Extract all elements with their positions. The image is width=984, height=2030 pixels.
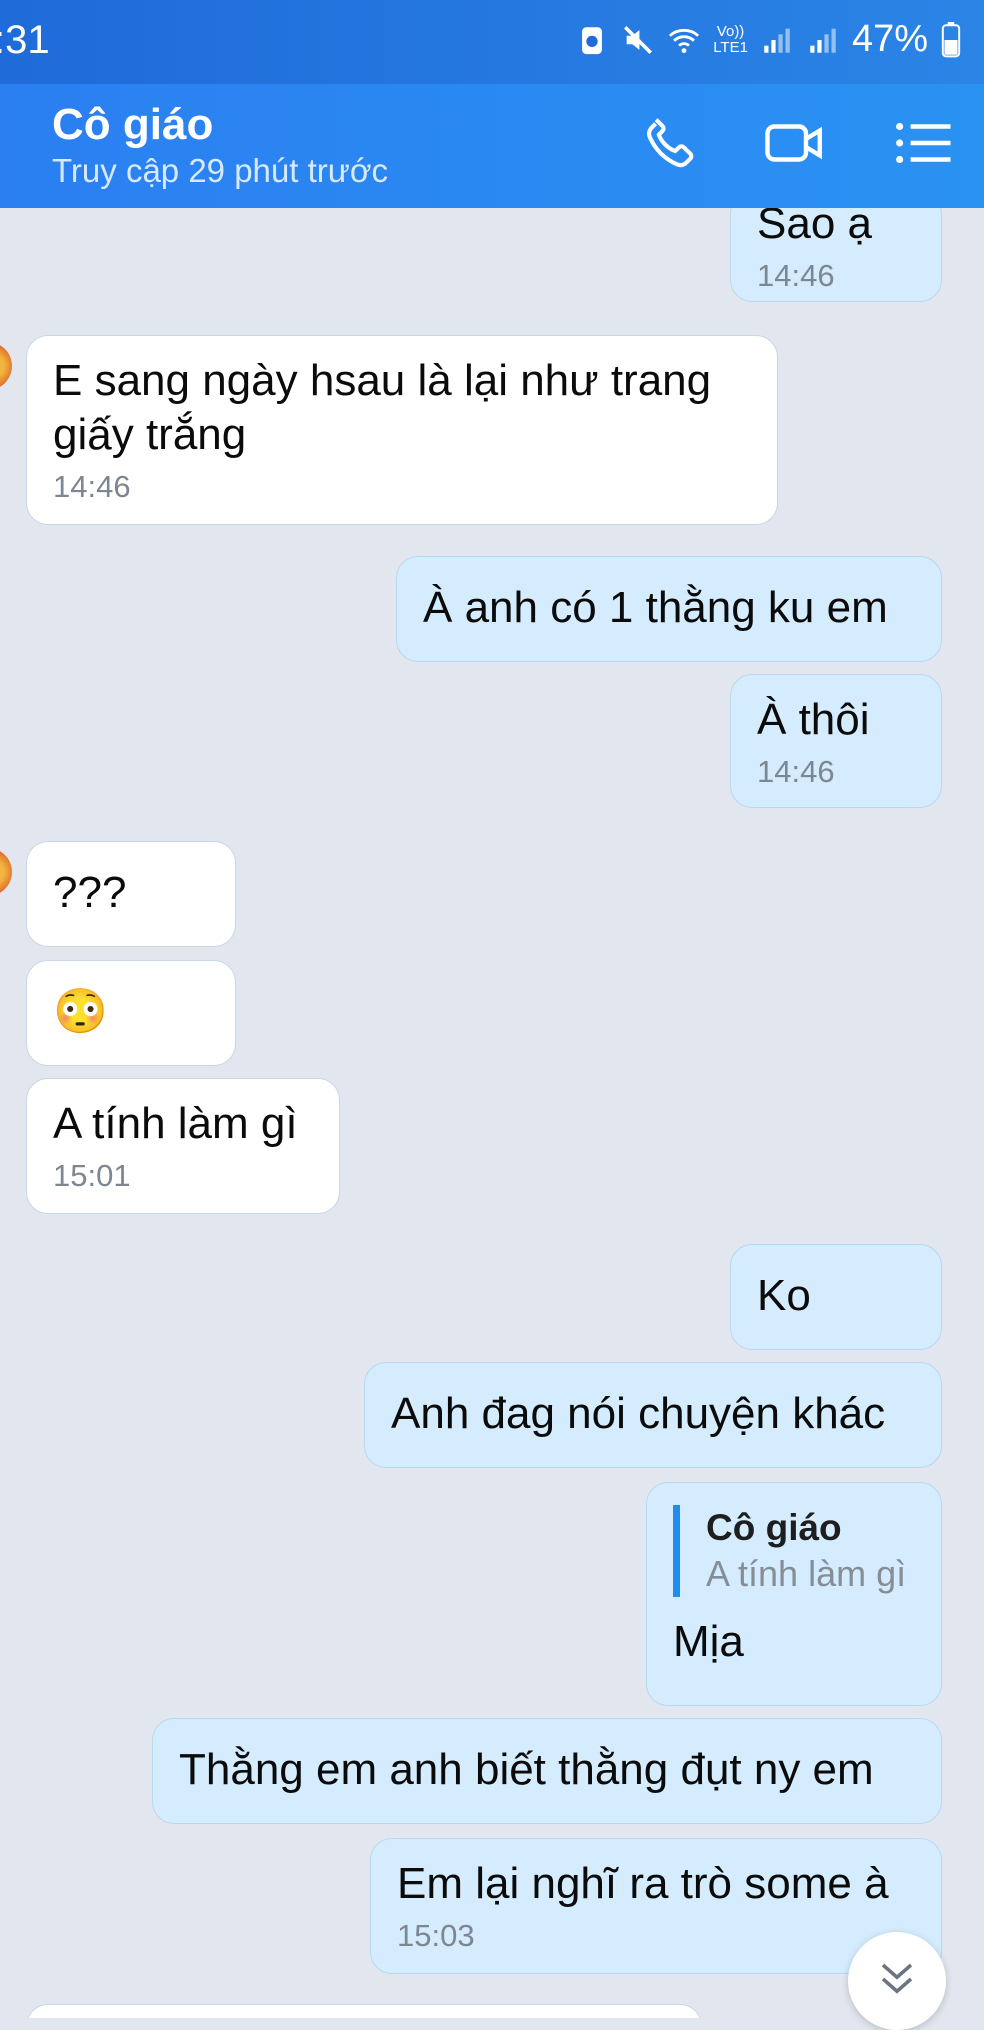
status-time: :31 [0, 18, 50, 62]
wifi-icon [669, 28, 700, 53]
list-menu-icon[interactable] [890, 110, 956, 176]
last-seen: Truy cập 29 phút trước [52, 152, 388, 189]
message-bubble[interactable]: Thằng em anh biết thằng đụt ny em [152, 1718, 942, 1824]
message-text: Anh đag nói chuyện khác [391, 1389, 886, 1438]
message-time: 14:46 [757, 754, 835, 789]
mute-icon [624, 25, 653, 54]
message-time: 14:46 [53, 469, 131, 504]
status-bar: :31 Vo))LTE1 47% [0, 0, 984, 84]
message-time: 15:03 [397, 1918, 475, 1953]
double-chevron-down-icon [881, 1963, 913, 1994]
message-bubble[interactable]: À anh có 1 thằng ku em [396, 556, 942, 662]
message-bubble[interactable]: Ko [730, 1244, 942, 1350]
emoji-message: 😳 [53, 987, 108, 1036]
chat-header: Cô giáo Truy cập 29 phút trước [0, 84, 984, 208]
message-bubble[interactable]: Cô giáo A tính làm gì Mịa [646, 1482, 942, 1706]
video-camera-icon[interactable] [762, 110, 828, 176]
battery-percent: 47% [851, 18, 928, 60]
message-time: 15:01 [53, 1158, 131, 1193]
message-text: À thôi [757, 695, 870, 744]
message-bubble-partial[interactable] [26, 2004, 702, 2018]
message-bubble[interactable]: ??? [26, 841, 236, 947]
avatar[interactable] [0, 342, 12, 390]
message-text: E sang ngày hsau là lại như trang giấy t… [53, 356, 712, 459]
message-text: Em lại nghĩ ra trò some à [397, 1859, 889, 1908]
message-text: Mịa [673, 1617, 744, 1666]
network-type: Vo)) LTE1 [713, 22, 748, 56]
quoted-message[interactable]: Cô giáo A tính làm gì [673, 1505, 915, 1597]
battery-icon [941, 21, 961, 57]
message-bubble[interactable]: 😳 [26, 960, 236, 1066]
contact-name[interactable]: Cô giáo [52, 100, 213, 150]
message-text: À anh có 1 thằng ku em [423, 583, 888, 632]
message-bubble[interactable]: Sao ạ 14:46 [730, 208, 942, 302]
signal-icon [764, 28, 790, 53]
message-text: Ko [757, 1271, 811, 1320]
quoted-sender: Cô giáo [706, 1507, 842, 1548]
signal-icon-2 [810, 28, 836, 53]
message-bubble[interactable]: Anh đag nói chuyện khác [364, 1362, 942, 1468]
quoted-text: A tính làm gì [706, 1553, 907, 1594]
message-time: 14:46 [757, 258, 835, 293]
message-list[interactable]: Sao ạ 14:46 E sang ngày hsau là lại như … [0, 208, 984, 2018]
message-bubble[interactable]: A tính làm gì 15:01 [26, 1078, 340, 1214]
message-text: ??? [53, 868, 127, 917]
message-text: Thằng em anh biết thằng đụt ny em [179, 1745, 874, 1794]
message-bubble[interactable]: E sang ngày hsau là lại như trang giấy t… [26, 335, 778, 525]
status-icons: Vo)) LTE1 47% [575, 18, 962, 61]
message-text: Sao ạ [757, 208, 872, 248]
phone-icon[interactable] [638, 110, 704, 176]
avatar[interactable] [0, 848, 12, 896]
scroll-to-bottom-button[interactable] [848, 1932, 946, 2030]
battery-saver-icon [582, 26, 603, 54]
message-text: A tính làm gì [53, 1099, 298, 1148]
message-bubble[interactable]: À thôi 14:46 [730, 674, 942, 808]
